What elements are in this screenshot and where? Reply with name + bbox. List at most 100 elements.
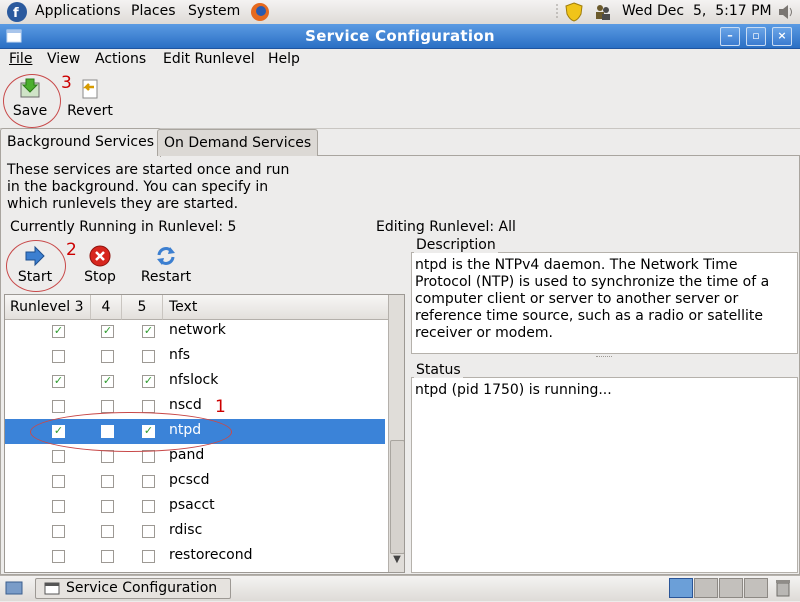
firefox-icon[interactable]	[250, 2, 270, 26]
runlevel-checkbox[interactable]	[101, 400, 114, 413]
intro-line: These services are started once and run	[7, 162, 290, 178]
workspace-switcher-2[interactable]	[694, 578, 718, 598]
table-row[interactable]: nfs	[5, 344, 385, 369]
close-button[interactable]: ×	[772, 27, 792, 46]
runlevel-checkbox[interactable]	[52, 350, 65, 363]
restart-icon	[136, 245, 196, 267]
workspace-switcher-1[interactable]	[669, 578, 693, 598]
svg-text:f: f	[13, 6, 19, 21]
runlevel-checkbox[interactable]	[142, 500, 155, 513]
runlevel-checkbox[interactable]: ✓	[52, 325, 65, 338]
stop-label: Stop	[84, 269, 116, 285]
table-row[interactable]: pand	[5, 444, 385, 469]
annotation-number-2: 2	[66, 240, 77, 260]
column-header-runlevel-4[interactable]: 4	[91, 295, 122, 320]
runlevel-checkbox[interactable]: ✓	[142, 325, 155, 338]
description-line: reference time source, such as a radio o…	[415, 308, 763, 324]
menu-help[interactable]: Help	[268, 51, 300, 67]
runlevel-checkbox[interactable]	[101, 350, 114, 363]
places-menu[interactable]: Places	[131, 3, 176, 19]
menu-actions[interactable]: Actions	[95, 51, 146, 67]
clock[interactable]: Wed Dec 5, 5:17 PM	[622, 3, 772, 19]
runlevel-checkbox[interactable]	[52, 550, 65, 563]
description-line: ntpd is the NTPv4 daemon. The Network Ti…	[415, 257, 738, 273]
runlevel-checkbox[interactable]	[101, 450, 114, 463]
table-row[interactable]: psacct	[5, 494, 385, 519]
runlevel-checkbox[interactable]	[101, 500, 114, 513]
runlevel-checkbox[interactable]	[52, 450, 65, 463]
service-name: pcscd	[169, 472, 210, 488]
tab-background-label: Background Services	[7, 134, 155, 150]
description-text: ntpd is the NTPv4 daemon. The Network Ti…	[415, 257, 769, 342]
service-name: nfslock	[169, 372, 219, 388]
runlevel-checkbox[interactable]: ✓	[52, 375, 65, 388]
scroll-thumb[interactable]	[390, 440, 404, 554]
runlevel-checkbox[interactable]: ✓	[142, 375, 155, 388]
annotation-number-3: 3	[61, 73, 72, 93]
runlevel-checkbox[interactable]	[142, 450, 155, 463]
show-desktop-icon[interactable]	[5, 580, 23, 600]
security-shield-icon[interactable]	[565, 2, 583, 26]
table-row[interactable]: ✓ ✓ ✓ network	[5, 319, 385, 344]
runlevel-checkbox[interactable]	[142, 525, 155, 538]
users-icon[interactable]	[594, 3, 612, 25]
intro-line: in the background. You can specify in	[7, 179, 269, 195]
pane-divider[interactable]	[404, 238, 410, 572]
system-menu[interactable]: System	[188, 3, 240, 19]
window-titlebar[interactable]: Service Configuration – ▫ ×	[0, 24, 800, 49]
editing-runlevel-label: Editing Runlevel: All	[376, 219, 516, 235]
service-name: psacct	[169, 497, 215, 513]
runlevel-checkbox[interactable]	[52, 475, 65, 488]
column-header-text[interactable]: Text	[163, 295, 395, 320]
runlevel-checkbox[interactable]	[52, 525, 65, 538]
runlevel-checkbox[interactable]	[52, 500, 65, 513]
table-row[interactable]: pcscd	[5, 469, 385, 494]
service-name: network	[169, 322, 226, 338]
runlevel-checkbox[interactable]	[101, 475, 114, 488]
tab-background-services[interactable]: Background Services	[0, 128, 162, 157]
runlevel-checkbox[interactable]: ✓	[101, 375, 114, 388]
runlevel-checkbox[interactable]	[142, 350, 155, 363]
status-label: Status	[414, 362, 463, 378]
stop-icon	[78, 245, 122, 267]
window-title: Service Configuration	[305, 27, 495, 45]
table-row[interactable]: restorecond	[5, 544, 385, 569]
menubar: File View Actions Edit Runlevel Help	[0, 49, 800, 72]
runlevel-checkbox[interactable]	[101, 525, 114, 538]
column-header-runlevel-3[interactable]: Runlevel 3	[5, 295, 91, 320]
maximize-button[interactable]: ▫	[746, 27, 766, 46]
column-header-runlevel-5[interactable]: 5	[122, 295, 163, 320]
scroll-down-arrow[interactable]: ▼	[390, 554, 404, 570]
workspace-switcher-4[interactable]	[744, 578, 768, 598]
runlevel-checkbox[interactable]: ✓	[101, 325, 114, 338]
runlevel-checkbox[interactable]	[142, 400, 155, 413]
restart-button[interactable]: Restart	[136, 245, 196, 285]
runlevel-checkbox[interactable]	[142, 550, 155, 563]
runlevel-checkbox[interactable]	[52, 400, 65, 413]
restart-label: Restart	[140, 269, 192, 285]
stop-button[interactable]: Stop	[78, 245, 122, 285]
workspace-switcher-3[interactable]	[719, 578, 743, 598]
applications-menu[interactable]: Applications	[35, 3, 121, 19]
toolbar: Save Revert	[0, 73, 800, 129]
status-box: ntpd (pid 1750) is running...	[411, 377, 798, 573]
volume-icon[interactable]	[777, 3, 795, 25]
status-text: ntpd (pid 1750) is running...	[415, 382, 612, 398]
table-scrollbar[interactable]: ▼	[388, 295, 404, 572]
description-line: Protocol (NTP) is used to synchronize th…	[415, 274, 770, 290]
minimize-button[interactable]: –	[720, 27, 740, 46]
table-row[interactable]: ✓ ✓ ✓ nfslock	[5, 369, 385, 394]
trash-icon[interactable]	[774, 578, 792, 602]
taskbar-window-button[interactable]: Service Configuration	[35, 578, 231, 599]
menu-file[interactable]: File	[9, 51, 32, 67]
service-name: rdisc	[169, 522, 203, 538]
runlevel-checkbox[interactable]	[142, 475, 155, 488]
vertical-pane-handle[interactable]	[596, 356, 612, 360]
menu-view[interactable]: View	[47, 51, 80, 67]
tab-on-demand-services[interactable]: On Demand Services	[157, 129, 319, 156]
menu-edit-runlevel[interactable]: Edit Runlevel	[163, 51, 255, 67]
runlevel-checkbox[interactable]	[101, 550, 114, 563]
table-row[interactable]: rdisc	[5, 519, 385, 544]
intro-text: These services are started once and run …	[7, 162, 289, 213]
table-row[interactable]: nscd	[5, 394, 385, 419]
